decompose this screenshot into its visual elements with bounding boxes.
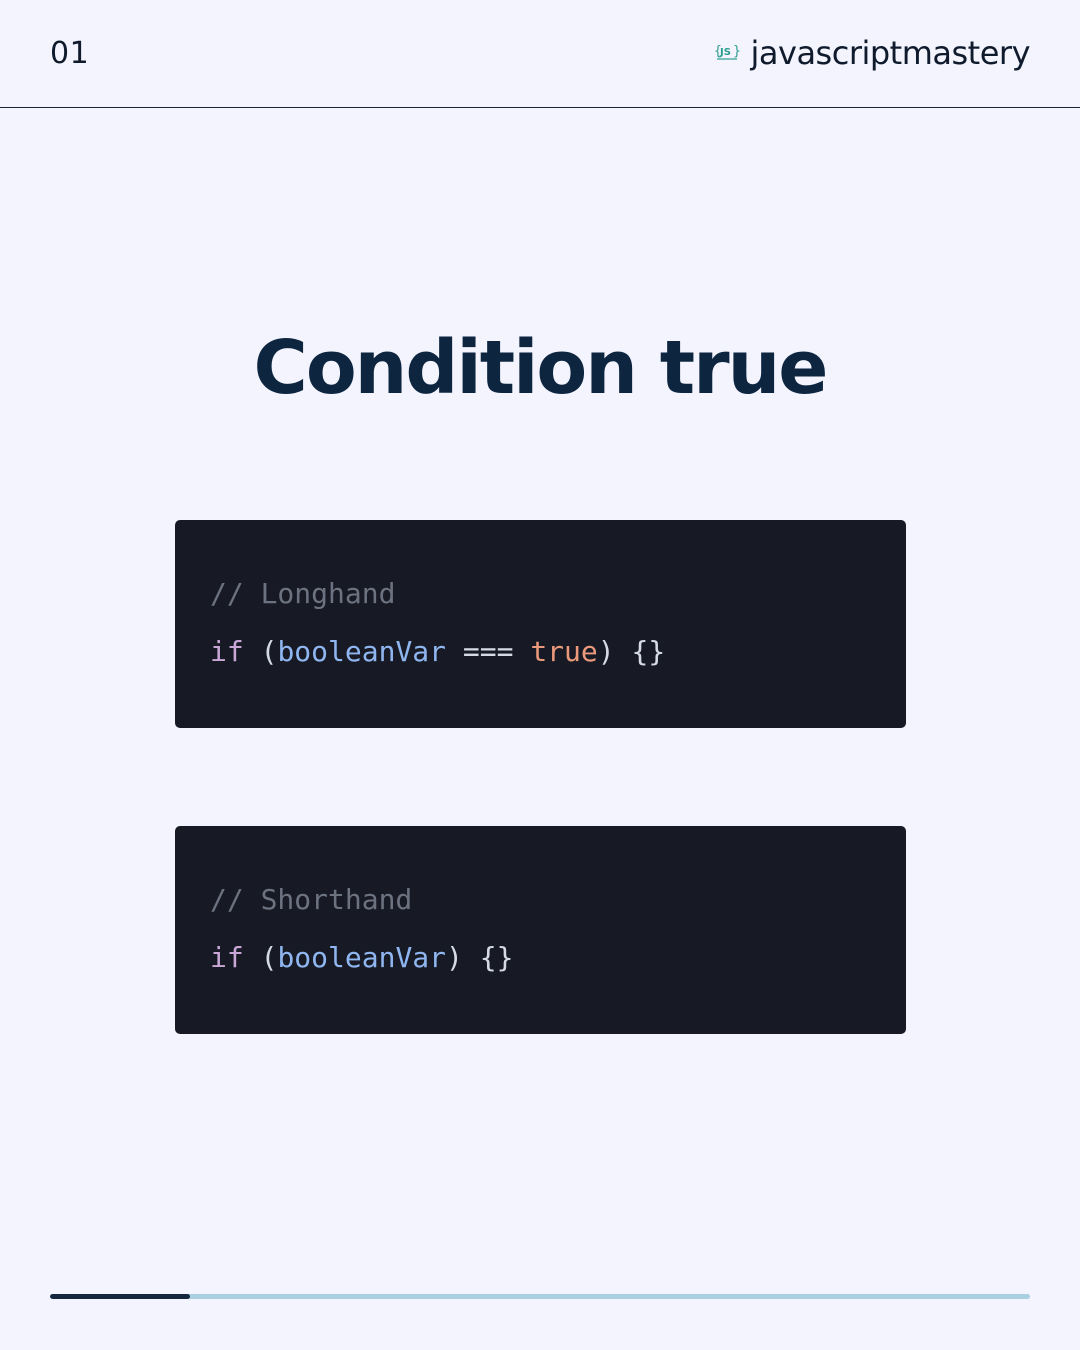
close-paren: ) [446, 941, 463, 974]
if-keyword: if [210, 941, 244, 974]
boolean-literal: true [530, 635, 598, 668]
variable-name: booleanVar [277, 941, 447, 974]
open-paren: ( [260, 941, 278, 974]
if-keyword: if [210, 635, 244, 668]
slide-progress-fill [50, 1294, 191, 1299]
strict-equal-operator: === [462, 635, 514, 668]
code-block-longhand: // Longhand if (booleanVar === true) {} [175, 520, 906, 728]
svg-text:JS: JS [719, 47, 731, 58]
comment-text: // Longhand [210, 577, 396, 610]
code-comment: // Longhand [210, 577, 395, 610]
code-comment: // Shorthand [210, 883, 412, 916]
close-paren: ) [597, 635, 615, 668]
open-paren: ( [260, 635, 278, 668]
code-statement: if (booleanVar) {} [210, 941, 513, 974]
svg-text:}: } [733, 44, 741, 59]
header: 01 { JS } javascriptmastery [0, 0, 1080, 108]
page-title: Condition true [253, 325, 829, 411]
variable-name: booleanVar [277, 635, 447, 668]
brand[interactable]: { JS } javascriptmastery [713, 34, 1031, 72]
comment-text: // Shorthand [210, 883, 413, 916]
js-mastery-logo-icon: { JS } [713, 42, 741, 64]
braces: {} [479, 941, 514, 974]
brand-name: javascriptmastery [750, 34, 1031, 72]
page-number: 01 [50, 36, 90, 71]
code-statement: if (booleanVar === true) {} [210, 635, 665, 668]
code-block-shorthand: // Shorthand if (booleanVar) {} [175, 826, 906, 1034]
braces: {} [631, 635, 666, 668]
slide-progress-bar [50, 1294, 1030, 1299]
